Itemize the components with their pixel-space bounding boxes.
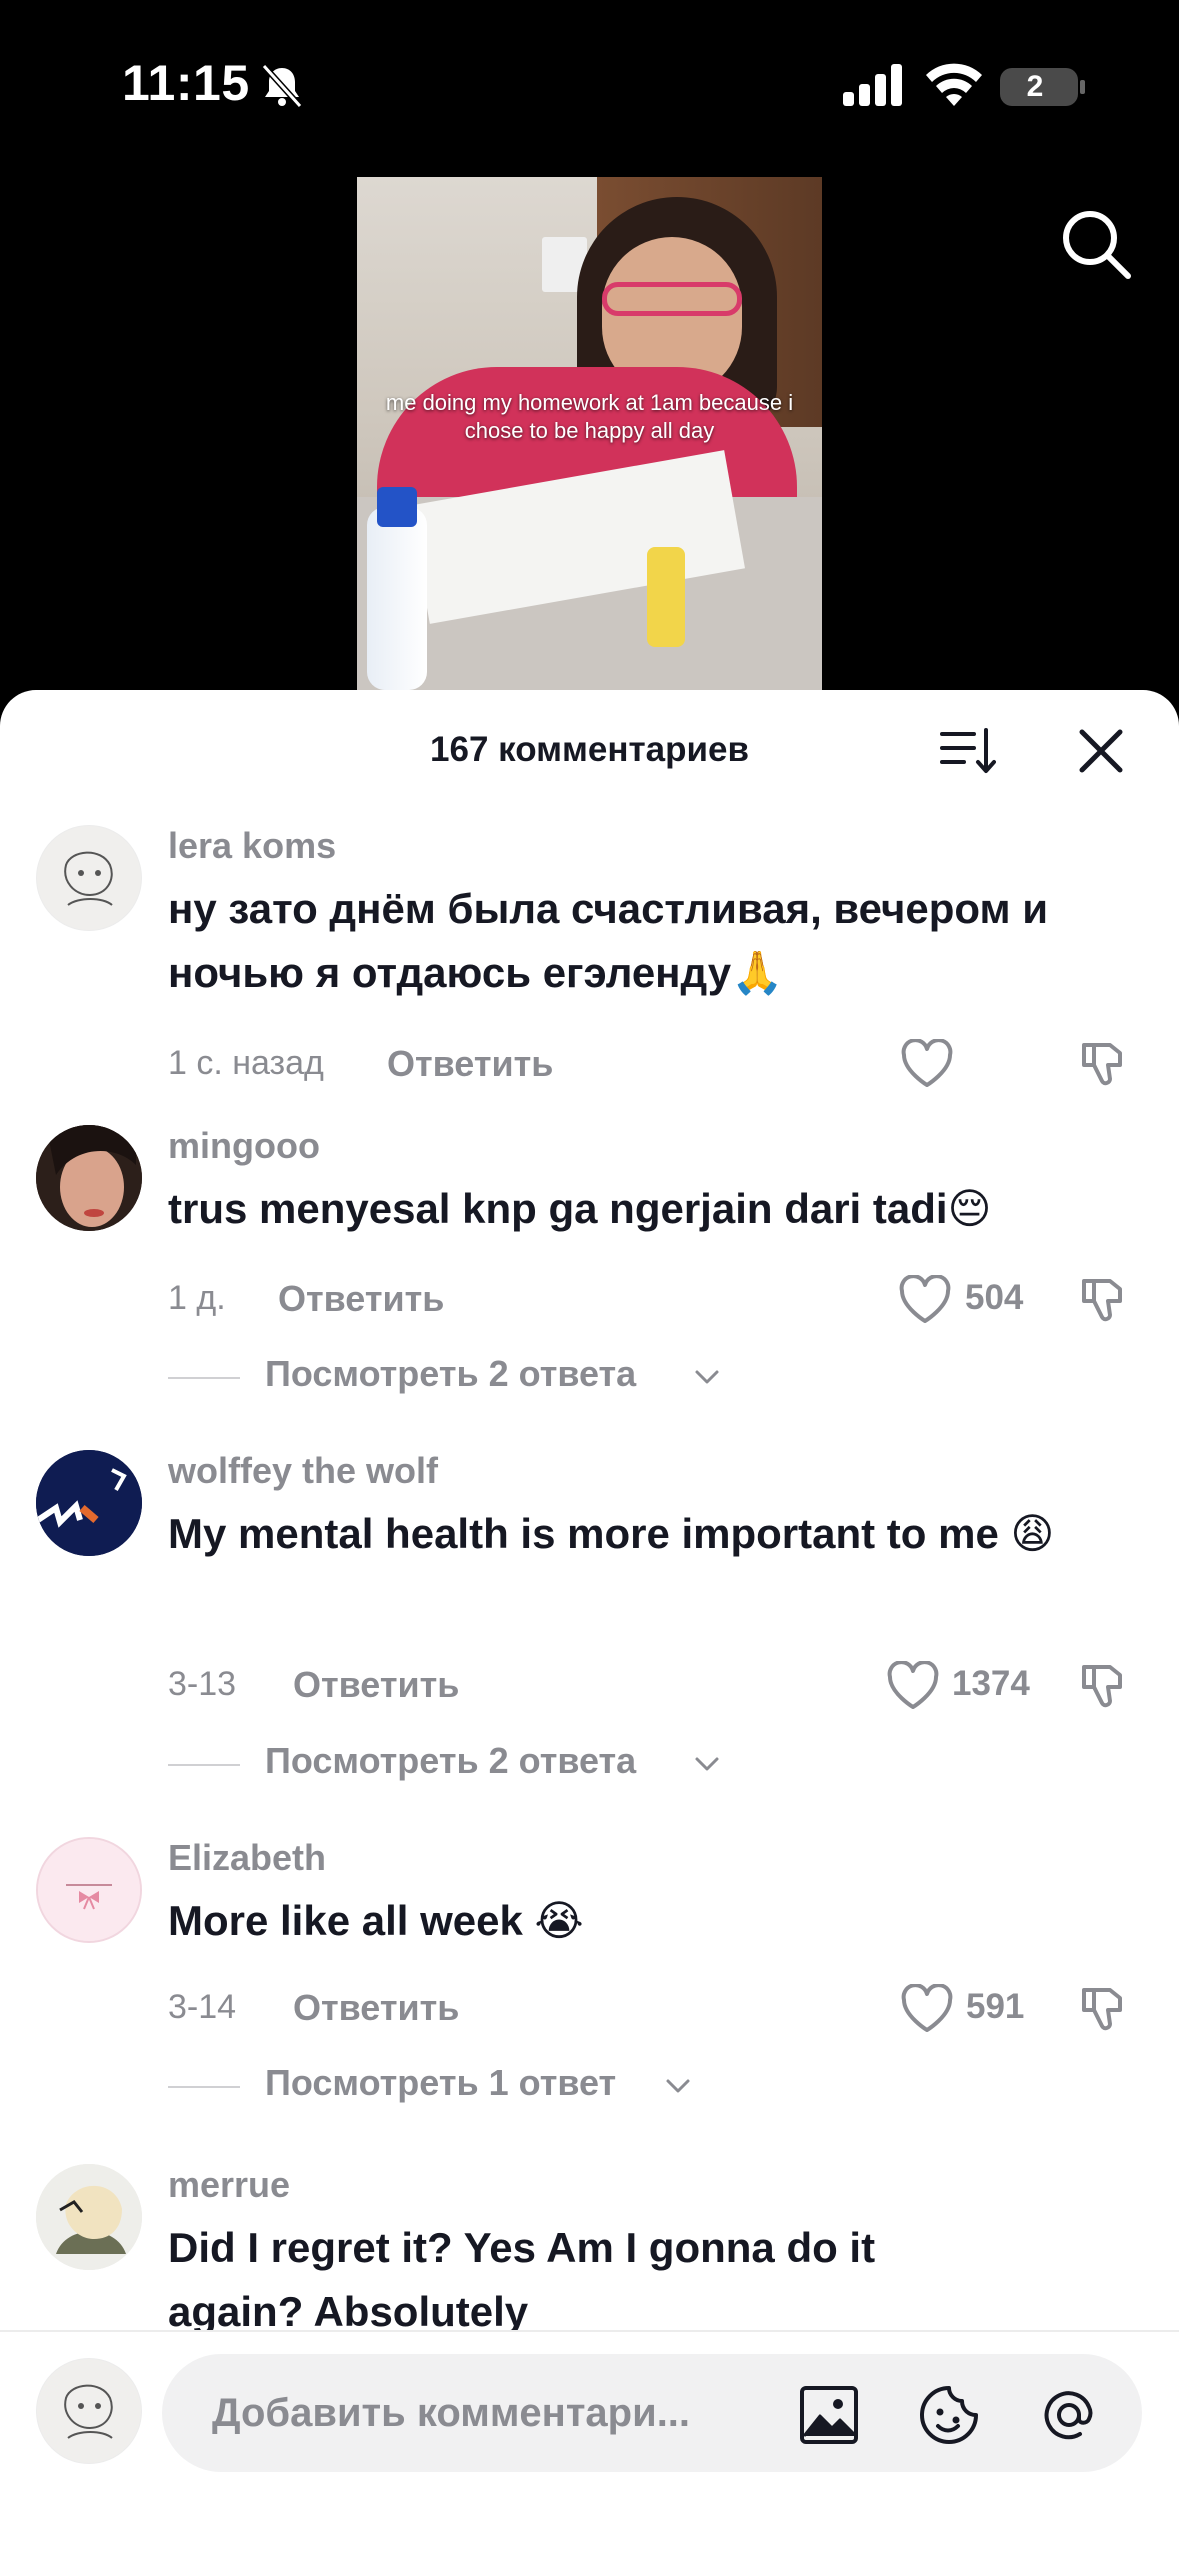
dislike-icon[interactable]: [1078, 1982, 1130, 2034]
comment-date: 3-13: [168, 1665, 237, 1703]
mention-icon[interactable]: [1038, 2384, 1100, 2446]
avatar[interactable]: [36, 2164, 142, 2270]
comment-username[interactable]: mingooo: [168, 1125, 320, 1167]
avatar-drawing: [38, 1839, 140, 1941]
view-replies-button[interactable]: Посмотреть 2 ответа: [168, 1740, 728, 1790]
bell-slash-icon: [261, 63, 303, 109]
dislike-icon[interactable]: [1078, 1659, 1130, 1711]
heart-icon[interactable]: [886, 1661, 940, 1711]
video-bottle: [367, 507, 427, 690]
comment-date: 3-14: [168, 1988, 237, 2026]
avatar-drawing: [37, 2359, 141, 2463]
video-glasses: [602, 282, 742, 316]
battery-nub: [1080, 80, 1085, 94]
video-caption: me doing my homework at 1am because i ch…: [385, 390, 794, 443]
view-replies-button[interactable]: Посмотреть 2 ответа: [168, 1353, 728, 1403]
image-icon[interactable]: [798, 2384, 860, 2446]
status-time: 11:15: [122, 55, 250, 111]
signal-icon: [843, 64, 902, 106]
sort-icon[interactable]: [940, 726, 996, 776]
comment-text: trus menyesal knp ga ngerjain dari tadi😔: [168, 1185, 992, 1232]
reply-button[interactable]: Ответить: [293, 1664, 459, 1706]
comment-username[interactable]: Elizabeth: [168, 1837, 326, 1879]
comment-date: 1 д.: [168, 1279, 226, 1317]
comments-sheet: 167 комментариев lera koms ну зато днём …: [0, 690, 1179, 2556]
like-count: 504: [965, 1278, 1024, 1317]
video-bottle-cap: [377, 487, 417, 527]
comment-username[interactable]: lera koms: [168, 825, 336, 867]
battery-icon: 2: [1000, 68, 1078, 106]
avatar-drawing: [36, 1450, 142, 1556]
search-icon[interactable]: [1058, 206, 1134, 282]
my-avatar: [36, 2358, 142, 2464]
view-replies-button[interactable]: Посмотреть 1 ответ: [168, 2062, 708, 2112]
avatar-drawing: [37, 826, 141, 930]
avatar[interactable]: [36, 825, 142, 931]
video-preview[interactable]: me doing my homework at 1am because i ch…: [357, 177, 822, 690]
comment-input[interactable]: Добавить комментари...: [162, 2354, 1142, 2472]
wifi-icon: [926, 63, 982, 106]
comment-composer: Добавить комментари...: [0, 2330, 1179, 2558]
like-count: 591: [966, 1987, 1025, 2026]
avatar-drawing: [36, 2164, 142, 2270]
heart-icon[interactable]: [900, 1984, 954, 2034]
replies-divider: [168, 1764, 240, 1766]
comment-text: My mental health is more important to me…: [168, 1510, 1055, 1557]
like-count: 1374: [952, 1664, 1030, 1703]
chevron-down-icon: [666, 2079, 690, 2093]
emoji-icon[interactable]: [918, 2384, 980, 2446]
reply-button[interactable]: Ответить: [293, 1987, 459, 2029]
status-bar: 11:15 2: [0, 0, 1179, 150]
avatar[interactable]: [36, 1125, 142, 1231]
video-glue: [647, 547, 685, 647]
chevron-down-icon: [695, 1370, 719, 1384]
avatar[interactable]: [36, 1837, 142, 1943]
view-replies-label: Посмотреть 2 ответа: [265, 1353, 637, 1394]
heart-icon[interactable]: [898, 1275, 952, 1325]
dislike-icon[interactable]: [1078, 1037, 1130, 1089]
close-icon[interactable]: [1076, 726, 1126, 776]
dislike-icon[interactable]: [1078, 1273, 1130, 1325]
comment-date: 1 с. назад: [168, 1044, 324, 1082]
avatar[interactable]: [36, 1450, 142, 1556]
reply-button[interactable]: Ответить: [387, 1043, 553, 1085]
heart-icon[interactable]: [900, 1039, 954, 1089]
comment-username[interactable]: merrue: [168, 2164, 290, 2206]
comment-text: Did I regret it? Yes Am I gonna do it ag…: [168, 2224, 876, 2335]
battery-level: 2: [1026, 70, 1044, 103]
avatar-photo: [36, 1125, 142, 1231]
comment-text: More like all week 😭: [168, 1897, 584, 1944]
reply-button[interactable]: Ответить: [278, 1278, 444, 1320]
replies-divider: [168, 2086, 240, 2088]
comments-count-title: 167 комментариев: [430, 730, 749, 769]
view-replies-label: Посмотреть 1 ответ: [265, 2062, 617, 2103]
comment-input-placeholder: Добавить комментари...: [212, 2391, 691, 2435]
replies-divider: [168, 1377, 240, 1379]
comment-text: ну зато днём была счастливая, вечером и …: [168, 885, 1049, 996]
chevron-down-icon: [695, 1757, 719, 1771]
view-replies-label: Посмотреть 2 ответа: [265, 1740, 637, 1781]
comment-username[interactable]: wolffey the wolf: [168, 1450, 438, 1492]
